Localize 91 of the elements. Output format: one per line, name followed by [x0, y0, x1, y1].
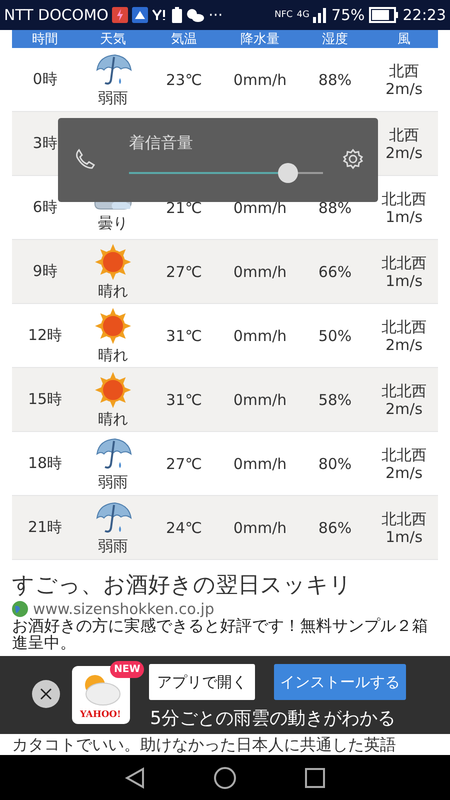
wind-direction: 北北西 [382, 318, 426, 336]
notification-icon [112, 7, 128, 23]
weather-label: 弱雨 [98, 88, 128, 108]
temperature-cell-text: 23℃ [165, 70, 203, 88]
wind-direction: 北北西 [382, 446, 426, 464]
precipitation-cell-text: 0mm/h [232, 454, 288, 472]
phone-icon [74, 148, 96, 170]
time-cell-text: 6時 [32, 198, 58, 217]
wind-speed: 1m/s [385, 528, 423, 546]
banner-caption: 5分ごとの雨雲の動きがわかる [150, 707, 396, 730]
humidity-cell-text: 58% [317, 390, 353, 408]
network-label: 4G [296, 10, 310, 20]
precipitation-cell-text: 0mm/h [232, 518, 288, 536]
humidity-cell-text: 88% [317, 198, 353, 216]
humidity-cell-text: 50% [317, 326, 353, 344]
wind-direction: 北西 [389, 62, 419, 80]
column-header: 湿度 [321, 31, 349, 48]
sun-icon [94, 242, 132, 280]
sun-icon [94, 370, 132, 408]
open-in-app-button[interactable]: アプリで開く [149, 664, 255, 700]
globe-icon [12, 601, 28, 617]
recents-icon[interactable] [304, 766, 326, 788]
wind-direction: 北北西 [382, 254, 426, 272]
clock: 22:23 [402, 6, 446, 24]
app-icon [132, 7, 148, 23]
wind-speed: 1m/s [385, 208, 423, 226]
ad-domain: www.sizenshokken.co.jp [33, 600, 214, 618]
precipitation-cell-text: 0mm/h [232, 390, 288, 408]
weather-label: 弱雨 [98, 472, 128, 492]
signal-icon [313, 7, 328, 23]
back-icon[interactable] [124, 766, 146, 788]
humidity-cell-text: 66% [317, 262, 353, 280]
precipitation-cell-text: 0mm/h [232, 198, 288, 216]
battery-icon [368, 7, 399, 23]
temperature-cell-text: 27℃ [165, 454, 203, 472]
wind-speed: 2m/s [385, 464, 423, 482]
time-cell-text: 12時 [26, 326, 64, 345]
wind-direction: 北西 [389, 126, 419, 144]
ad-description: カタコトでいい。助けなかった日本人に共通した英語 [12, 735, 396, 756]
weather-label: 曇り [98, 214, 128, 232]
time-cell-text: 9時 [32, 262, 58, 281]
home-icon[interactable] [212, 766, 237, 790]
new-badge: NEW [110, 661, 144, 678]
weather-label: 晴れ [98, 282, 128, 300]
battery-saver-icon [172, 7, 182, 23]
column-header: 風 [396, 31, 412, 48]
weather-label: 晴れ [98, 410, 128, 428]
ad-title[interactable]: すごっ、お酒好きの翌日スッキリ [12, 570, 438, 600]
dialog-title: 着信音量 [129, 133, 193, 154]
close-icon [40, 688, 52, 700]
time-cell-text: 3時 [32, 134, 58, 153]
wind-direction: 北北西 [382, 382, 426, 400]
column-header: 気温 [170, 31, 198, 48]
settings-icon[interactable] [342, 148, 364, 170]
temperature-cell-text: 27℃ [165, 262, 203, 280]
more-indicator: ··· [208, 6, 223, 24]
wind-speed: 2m/s [385, 144, 423, 162]
close-button[interactable] [32, 680, 60, 708]
wind-direction: 北北西 [382, 190, 426, 208]
wind-direction: 北北西 [382, 510, 426, 528]
temperature-cell-text: 31℃ [165, 390, 203, 408]
carrier-name: NTT DOCOMO [4, 6, 108, 24]
ad-description: お酒好きの方に実感できると好評です！無料サンプル２箱進呈中。 [12, 618, 429, 652]
wind-speed: 2m/s [385, 80, 423, 98]
temperature-cell-text: 21℃ [165, 198, 203, 216]
time-cell-text: 21時 [26, 518, 64, 537]
precipitation-cell-text: 0mm/h [232, 326, 288, 344]
weather-label: 弱雨 [98, 536, 128, 556]
wind-speed: 1m/s [385, 272, 423, 290]
precipitation-cell-text: 0mm/h [232, 70, 288, 88]
temperature-cell-text: 24℃ [165, 518, 203, 536]
app-logo: YAHOO! [80, 710, 121, 720]
humidity-cell-text: 88% [317, 70, 353, 88]
weather-icon [186, 8, 204, 22]
temperature-cell-text: 31℃ [165, 326, 203, 344]
precipitation-cell-text: 0mm/h [232, 262, 288, 280]
humidity-cell-text: 86% [317, 518, 353, 536]
sun-icon [94, 306, 132, 344]
nfc-label: NFC [274, 10, 293, 20]
weather-label: 晴れ [98, 346, 128, 364]
column-header: 天気 [99, 31, 127, 48]
wind-speed: 2m/s [385, 400, 423, 418]
column-header: 降水量 [240, 31, 280, 48]
time-cell-text: 18時 [26, 454, 64, 473]
wind-speed: 2m/s [385, 336, 423, 354]
humidity-cell-text: 80% [317, 454, 353, 472]
column-header: 時間 [31, 31, 59, 48]
time-cell-text: 15時 [26, 390, 64, 409]
battery-percent: 75% [331, 6, 365, 24]
time-cell-text: 0時 [32, 70, 58, 89]
install-button[interactable]: インストールする [274, 664, 406, 700]
